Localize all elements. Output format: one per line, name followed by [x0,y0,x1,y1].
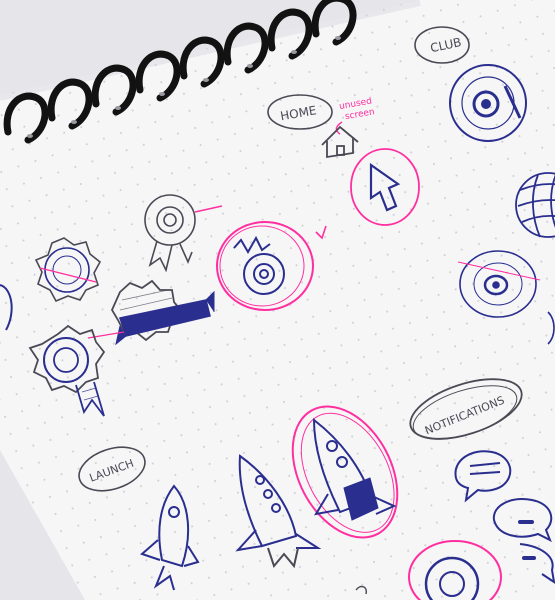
notebook-photo: CLUB HOME unused screen NOTIFICATIONS LA… [0,0,555,600]
